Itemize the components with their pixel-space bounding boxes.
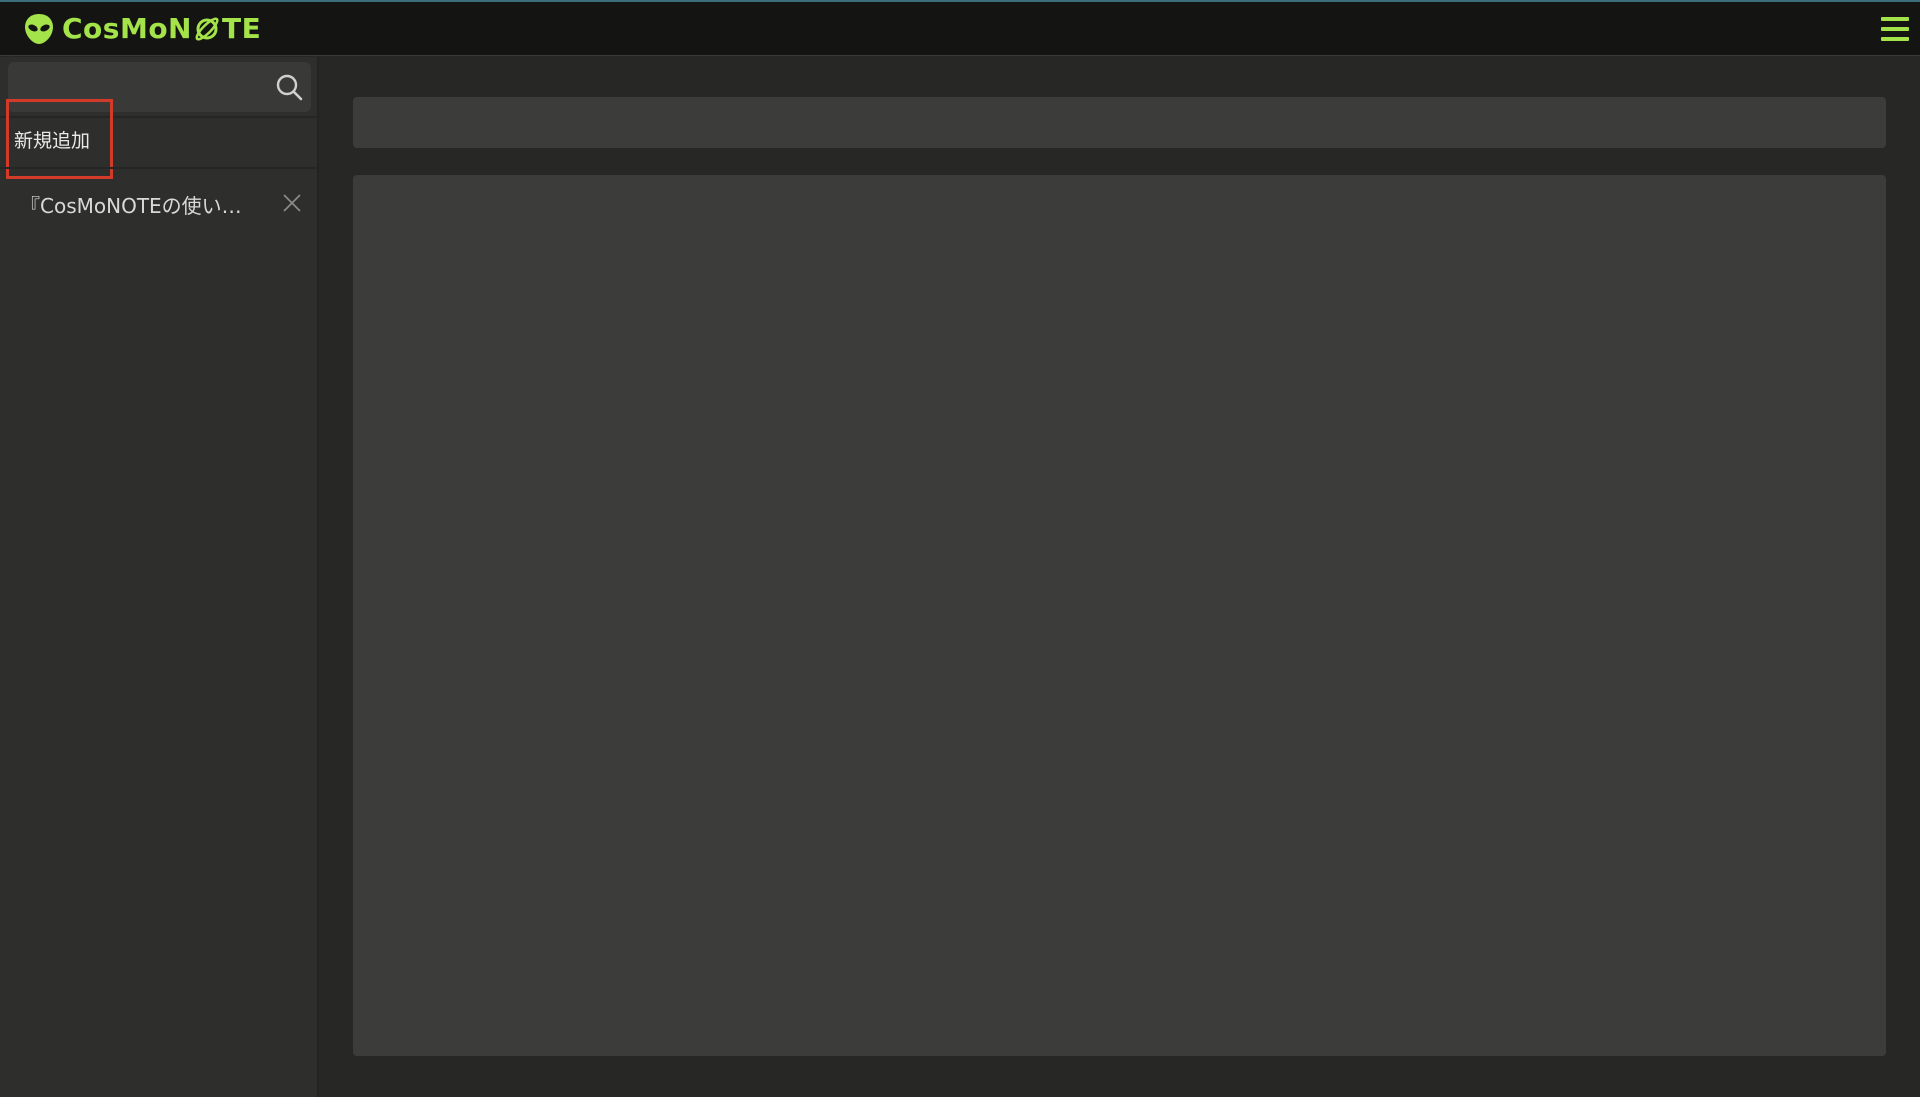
app-logo[interactable]: CosMoN TE (22, 11, 261, 47)
note-list-item[interactable]: 『CosMoNOTEの使い… (0, 178, 317, 228)
sidebar: 新規追加 『CosMoNOTEの使い… (0, 57, 319, 1097)
logo-text-prefix: CosMoN (62, 12, 192, 45)
hamburger-menu-icon[interactable] (1880, 14, 1910, 44)
alien-head-icon (25, 14, 53, 44)
search-icon[interactable] (275, 73, 303, 101)
planet-icon (195, 17, 219, 41)
logo-wordmark: CosMoN TE (62, 11, 261, 47)
close-icon[interactable] (282, 193, 302, 213)
logo-text-suffix: TE (221, 12, 262, 45)
note-body-textarea[interactable] (353, 175, 1886, 1056)
note-title-input[interactable] (353, 97, 1886, 148)
new-note-label: 新規追加 (14, 129, 91, 152)
top-bar: CosMoN TE (0, 0, 1920, 56)
editor-area (321, 57, 1920, 1097)
note-title: 『CosMoNOTEの使い… (20, 194, 242, 218)
sidebar-divider (0, 167, 317, 169)
